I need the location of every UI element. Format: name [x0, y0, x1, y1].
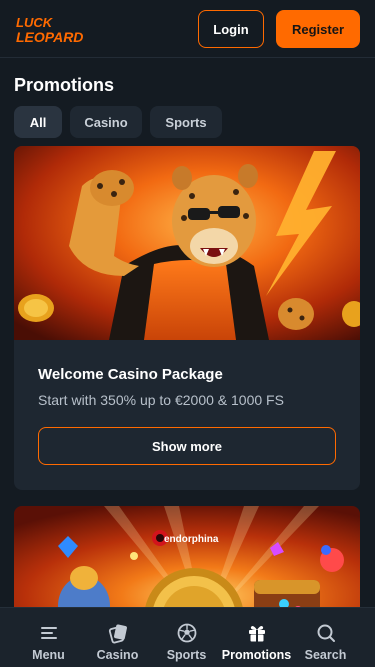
gift-icon: [246, 622, 268, 644]
nav-promotions-label: Promotions: [221, 648, 292, 662]
luck-leopard-logo[interactable]: LUCK LEOPARD: [14, 14, 92, 46]
endorphina-provider-label: endorphina: [164, 534, 219, 545]
top-header: LUCK LEOPARD Login Register: [0, 0, 375, 58]
nav-search-label: Search: [304, 648, 347, 662]
tab-sports[interactable]: Sports: [150, 106, 222, 138]
nav-menu[interactable]: Menu: [11, 608, 86, 667]
nav-sports[interactable]: Sports: [149, 608, 224, 667]
tab-all[interactable]: All: [14, 106, 62, 138]
nav-casino[interactable]: Casino: [80, 608, 155, 667]
bottom-navigation: Menu Casino Sports Promotions Search: [0, 607, 375, 667]
promo-subtitle: Start with 350% up to €2000 & 1000 FS: [38, 392, 284, 408]
logo-line1: LUCK: [16, 15, 54, 30]
promo-title: Welcome Casino Package: [38, 366, 223, 383]
nav-sports-label: Sports: [166, 648, 207, 662]
search-icon: [315, 622, 337, 644]
login-button[interactable]: Login: [198, 10, 264, 48]
casino-chip-icon: [107, 622, 129, 644]
leopard-illustration: [14, 146, 360, 340]
logo-line2: LEOPARD: [16, 29, 83, 45]
page-title: Promotions: [14, 75, 115, 95]
menu-icon: [38, 622, 60, 644]
register-button[interactable]: Register: [276, 10, 360, 48]
promo-card-welcome: Welcome Casino Package Start with 350% u…: [14, 146, 360, 490]
logo-graphic: LUCK LEOPARD: [16, 15, 83, 45]
nav-menu-label: Menu: [32, 648, 65, 662]
tab-casino[interactable]: Casino: [70, 106, 142, 138]
nav-promotions[interactable]: Promotions: [219, 608, 294, 667]
soccer-ball-icon: [176, 622, 198, 644]
show-more-button[interactable]: Show more: [38, 427, 336, 465]
nav-casino-label: Casino: [96, 648, 139, 662]
promo-image-leopard[interactable]: [14, 146, 360, 340]
nav-search[interactable]: Search: [288, 608, 363, 667]
